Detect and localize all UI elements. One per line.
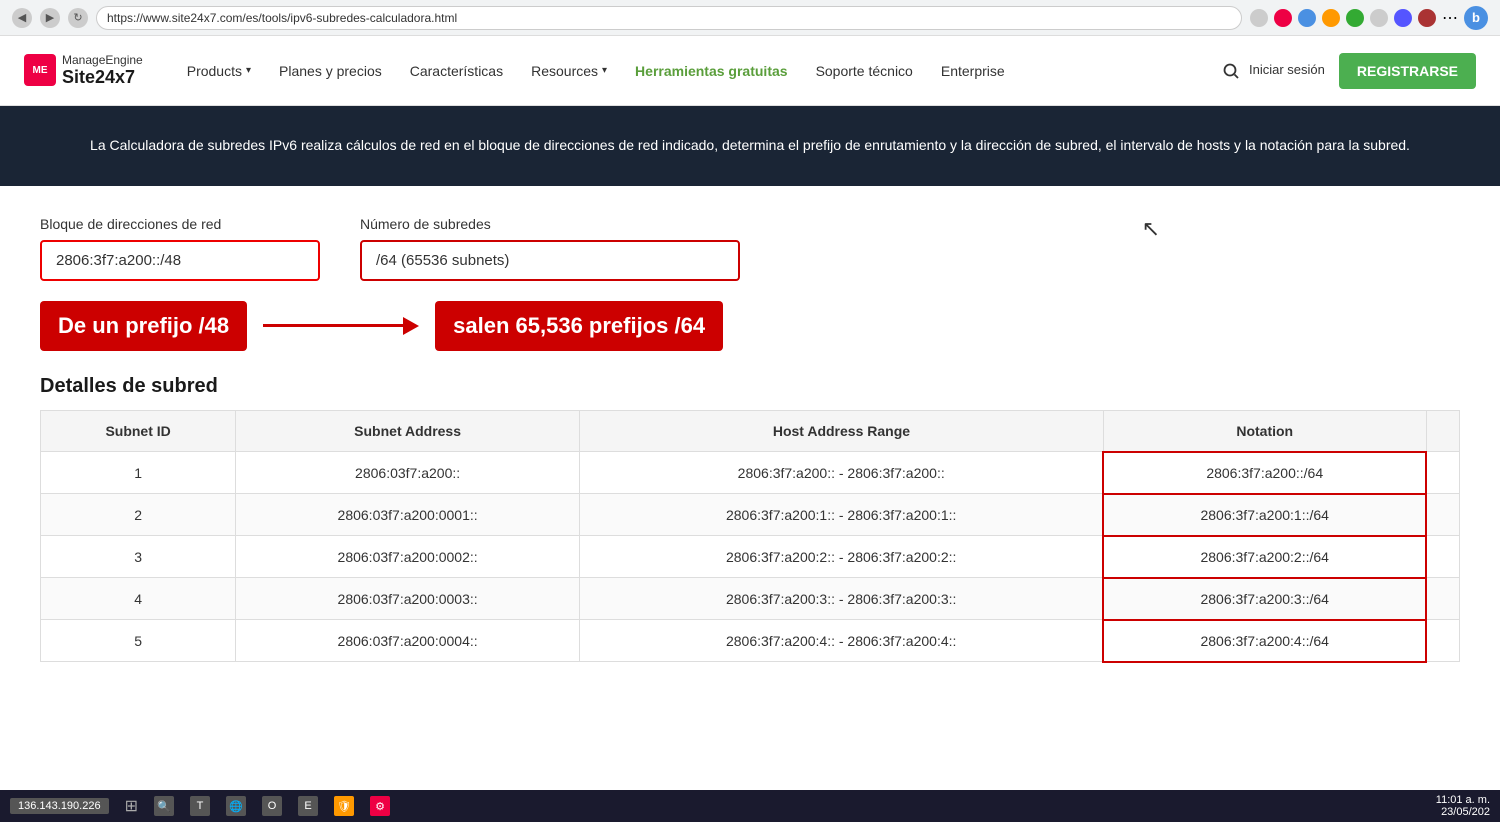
products-chevron: ▾ xyxy=(246,65,251,76)
table-title: Detalles de subred xyxy=(40,375,1460,398)
cell-subnet: 2806:03f7:a200:0002:: xyxy=(236,536,580,578)
cell-id: 5 xyxy=(41,620,236,662)
back-button[interactable]: ◀ xyxy=(12,8,32,28)
cell-range: 2806:3f7:a200:1:: - 2806:3f7:a200:1:: xyxy=(579,494,1103,536)
logo-text: ManageEngine Site24x7 xyxy=(62,53,143,89)
center-annotation-box: salen 65,536 prefijos /64 xyxy=(435,301,723,351)
windows-icon[interactable]: ⊞ xyxy=(125,796,138,816)
ext-icon-1 xyxy=(1250,9,1268,27)
arrow-line xyxy=(263,324,403,327)
cell-range: 2806:3f7:a200:2:: - 2806:3f7:a200:2:: xyxy=(579,536,1103,578)
more-button[interactable]: ⋯ xyxy=(1442,8,1458,28)
network-block-label: Bloque de direcciones de red xyxy=(40,216,320,232)
taskbar-icon-5[interactable]: E xyxy=(298,796,318,816)
resources-chevron: ▾ xyxy=(602,65,607,76)
cell-subnet: 2806:03f7:a200:0004:: xyxy=(236,620,580,662)
annotation-row: De un prefijo /48 salen 65,536 prefijos … xyxy=(40,301,1460,351)
main-area: ↖ Bloque de direcciones de red Número de… xyxy=(0,186,1500,723)
col-host-range: Host Address Range xyxy=(579,410,1103,452)
forward-button[interactable]: ▶ xyxy=(40,8,60,28)
ext-icon-4 xyxy=(1322,9,1340,27)
logo-link[interactable]: ME ManageEngine Site24x7 xyxy=(24,53,143,89)
left-annotation-box: De un prefijo /48 xyxy=(40,301,247,351)
col-notation: Notation xyxy=(1103,410,1426,452)
scroll-cell xyxy=(1426,620,1460,662)
taskbar-icon-2[interactable]: T xyxy=(190,796,210,816)
scroll-cell xyxy=(1426,452,1460,494)
cell-notation: 2806:3f7:a200:2::/64 xyxy=(1103,536,1426,578)
nav-planes[interactable]: Planes y precios xyxy=(265,36,396,106)
table-row: 52806:03f7:a200:0004::2806:3f7:a200:4:: … xyxy=(41,620,1460,662)
cell-range: 2806:3f7:a200:4:: - 2806:3f7:a200:4:: xyxy=(579,620,1103,662)
cell-id: 3 xyxy=(41,536,236,578)
cell-notation: 2806:3f7:a200:4::/64 xyxy=(1103,620,1426,662)
table-row: 42806:03f7:a200:0003::2806:3f7:a200:3:: … xyxy=(41,578,1460,620)
table-header-row: Subnet ID Subnet Address Host Address Ra… xyxy=(41,410,1460,452)
taskbar-icon-6[interactable]: 🛡 xyxy=(334,796,354,816)
nav-enterprise[interactable]: Enterprise xyxy=(927,36,1019,106)
hero-banner: La Calculadora de subredes IPv6 realiza … xyxy=(0,106,1500,186)
cell-id: 2 xyxy=(41,494,236,536)
main-nav: ME ManageEngine Site24x7 Products ▾ Plan… xyxy=(0,36,1500,106)
table-row: 12806:03f7:a200::2806:3f7:a200:: - 2806:… xyxy=(41,452,1460,494)
cell-subnet: 2806:03f7:a200:: xyxy=(236,452,580,494)
cell-id: 4 xyxy=(41,578,236,620)
cell-notation: 2806:3f7:a200:1::/64 xyxy=(1103,494,1426,536)
scroll-cell xyxy=(1426,578,1460,620)
scroll-cell xyxy=(1426,494,1460,536)
scroll-col xyxy=(1426,410,1460,452)
nav-resources[interactable]: Resources ▾ xyxy=(517,36,621,106)
url-bar[interactable] xyxy=(96,6,1242,30)
browser-extension-icons: ⋯ b xyxy=(1250,6,1488,30)
cell-notation: 2806:3f7:a200:3::/64 xyxy=(1103,578,1426,620)
scroll-cell xyxy=(1426,536,1460,578)
browser-chrome: ◀ ▶ ↻ ⋯ b xyxy=(0,0,1500,36)
network-block-group: Bloque de direcciones de red xyxy=(40,216,320,281)
cell-id: 1 xyxy=(41,452,236,494)
cell-notation: 2806:3f7:a200::/64 xyxy=(1103,452,1426,494)
cell-range: 2806:3f7:a200:3:: - 2806:3f7:a200:3:: xyxy=(579,578,1103,620)
ext-icon-7 xyxy=(1394,9,1412,27)
nav-herramientas[interactable]: Herramientas gratuitas xyxy=(621,36,802,106)
nav-soporte[interactable]: Soporte técnico xyxy=(802,36,927,106)
profile-avatar[interactable]: b xyxy=(1464,6,1488,30)
nav-products[interactable]: Products ▾ xyxy=(173,36,265,106)
status-bar: 136.143.190.226 ⊞ 🔍 T 🌐 O E 🛡 ⚙ 11:01 a.… xyxy=(0,790,1500,822)
nav-iniciar-sesion[interactable]: Iniciar sesión xyxy=(1249,62,1325,79)
ip-indicator: 136.143.190.226 xyxy=(10,798,109,814)
ext-icon-6 xyxy=(1370,9,1388,27)
arrow-head-icon xyxy=(403,317,419,335)
refresh-button[interactable]: ↻ xyxy=(68,8,88,28)
cell-subnet: 2806:03f7:a200:0001:: xyxy=(236,494,580,536)
search-icon[interactable] xyxy=(1221,61,1241,81)
ext-icon-8 xyxy=(1418,9,1436,27)
col-subnet-id: Subnet ID xyxy=(41,410,236,452)
taskbar-icon-1[interactable]: 🔍 xyxy=(154,796,174,816)
ext-icon-5 xyxy=(1346,9,1364,27)
taskbar-icon-7[interactable]: ⚙ xyxy=(370,796,390,816)
taskbar-icon-4[interactable]: O xyxy=(262,796,282,816)
subnet-table: Subnet ID Subnet Address Host Address Ra… xyxy=(40,410,1460,663)
col-subnet-address: Subnet Address xyxy=(236,410,580,452)
table-row: 22806:03f7:a200:0001::2806:3f7:a200:1:: … xyxy=(41,494,1460,536)
ext-icon-2 xyxy=(1274,9,1292,27)
nav-caracteristicas[interactable]: Características xyxy=(396,36,517,106)
cell-range: 2806:3f7:a200:: - 2806:3f7:a200:: xyxy=(579,452,1103,494)
table-body: 12806:03f7:a200::2806:3f7:a200:: - 2806:… xyxy=(41,452,1460,662)
cell-subnet: 2806:03f7:a200:0003:: xyxy=(236,578,580,620)
ext-icon-3 xyxy=(1298,9,1316,27)
network-block-input[interactable] xyxy=(40,240,320,281)
subnets-input[interactable] xyxy=(360,240,740,281)
form-row: Bloque de direcciones de red Número de s… xyxy=(40,216,1460,281)
system-time: 11:01 a. m. 23/05/202 xyxy=(1436,794,1490,818)
arrow-container xyxy=(263,317,419,335)
table-row: 32806:03f7:a200:0002::2806:3f7:a200:2:: … xyxy=(41,536,1460,578)
page-content: Podemos utilizar cualquiera de esos pref… xyxy=(0,186,1500,723)
taskbar-icon-3[interactable]: 🌐 xyxy=(226,796,246,816)
register-button[interactable]: REGISTRARSE xyxy=(1339,53,1476,89)
subnets-group: Número de subredes xyxy=(360,216,740,281)
logo-icon: ME xyxy=(24,54,56,86)
subnets-label: Número de subredes xyxy=(360,216,740,232)
